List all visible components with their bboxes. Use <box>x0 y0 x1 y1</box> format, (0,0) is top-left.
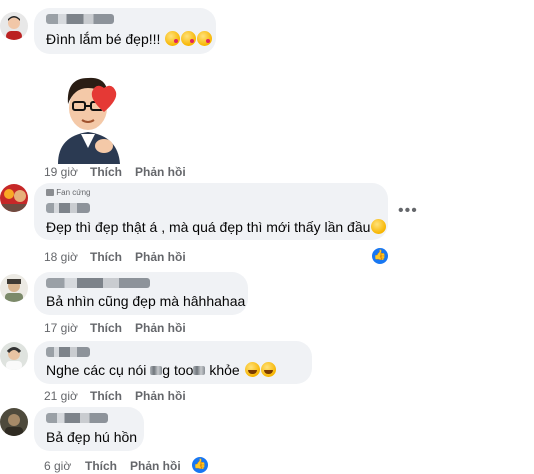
fan-badge: Fan cứng <box>46 188 91 197</box>
rolling-laughing-emoji-icon <box>244 362 260 377</box>
comment-time[interactable]: 6 giờ <box>44 459 71 473</box>
author-name-blurred[interactable] <box>46 278 150 288</box>
reply-button[interactable]: Phản hồi <box>135 389 186 403</box>
comment-text: Đình lắm bé đẹp!!! <box>46 31 213 47</box>
comment-text: Nghe các cụ nói g too khỏe <box>46 362 276 378</box>
comment-time[interactable]: 21 giờ <box>44 389 78 403</box>
like-reaction-icon[interactable]: 👍 <box>192 457 208 473</box>
reply-button[interactable]: Phản hồi <box>135 250 186 264</box>
author-name-blurred[interactable] <box>46 14 114 24</box>
comment-text: Bả nhìn cũng đẹp mà hâhhahaa <box>46 293 246 309</box>
avatar[interactable] <box>0 274 28 302</box>
like-button[interactable]: Thích <box>90 389 122 403</box>
reply-button[interactable]: Phản hồi <box>135 165 186 179</box>
comment-bubble: Fan cứng Đẹp thì đẹp thật á , mà quá đẹp… <box>34 183 388 240</box>
avatar[interactable] <box>0 408 28 436</box>
comment-time[interactable]: 18 giờ <box>44 250 78 264</box>
comment-bubble: Bả nhìn cũng đẹp mà hâhhahaa <box>34 272 248 315</box>
more-options-icon[interactable]: ••• <box>398 202 418 220</box>
avatar[interactable] <box>0 12 28 40</box>
comment-bubble: Đình lắm bé đẹp!!! <box>34 8 216 54</box>
like-button[interactable]: Thích <box>90 321 122 335</box>
comment-bubble: Nghe các cụ nói g too khỏe <box>34 341 312 384</box>
censored-text <box>150 366 163 375</box>
comment-actions: 6 giờ Thích Phản hồi <box>44 459 244 473</box>
author-name-blurred[interactable] <box>46 347 90 357</box>
like-reaction-icon[interactable]: 👍 <box>372 248 388 264</box>
fan-badge-icon <box>46 189 54 196</box>
comment-actions: 17 giờ Thích Phản hồi <box>44 321 244 335</box>
smiling-face-with-hearts-emoji-icon <box>371 219 387 234</box>
reply-button[interactable]: Phản hồi <box>135 321 186 335</box>
like-button[interactable]: Thích <box>90 250 122 264</box>
comment-text: Đẹp thì đẹp thật á , mà quá đẹp thì mới … <box>46 219 387 235</box>
kiss-emoji-icon <box>197 31 213 46</box>
comment-actions: 18 giờ Thích Phản hồi <box>44 250 244 264</box>
censored-text <box>193 366 206 375</box>
kiss-emoji-icon <box>181 31 197 46</box>
kiss-emoji-icon <box>165 31 181 46</box>
rolling-laughing-emoji-icon <box>260 362 276 377</box>
comment-actions: 19 giờ Thích Phản hồi <box>44 165 244 179</box>
like-button[interactable]: Thích <box>85 459 117 473</box>
sticker-image <box>48 66 130 164</box>
comment-time[interactable]: 17 giờ <box>44 321 78 335</box>
avatar[interactable] <box>0 184 28 212</box>
comment-time[interactable]: 19 giờ <box>44 165 78 179</box>
avatar[interactable] <box>0 342 28 370</box>
comment-actions: 21 giờ Thích Phản hồi <box>44 389 244 403</box>
comment-text: Bả đẹp hú hồn <box>46 429 138 445</box>
author-name-blurred[interactable] <box>46 203 90 213</box>
reply-button[interactable]: Phản hồi <box>130 459 181 473</box>
like-button[interactable]: Thích <box>90 165 122 179</box>
comment-bubble: Bả đẹp hú hồn <box>34 407 144 451</box>
author-name-blurred[interactable] <box>46 413 108 423</box>
